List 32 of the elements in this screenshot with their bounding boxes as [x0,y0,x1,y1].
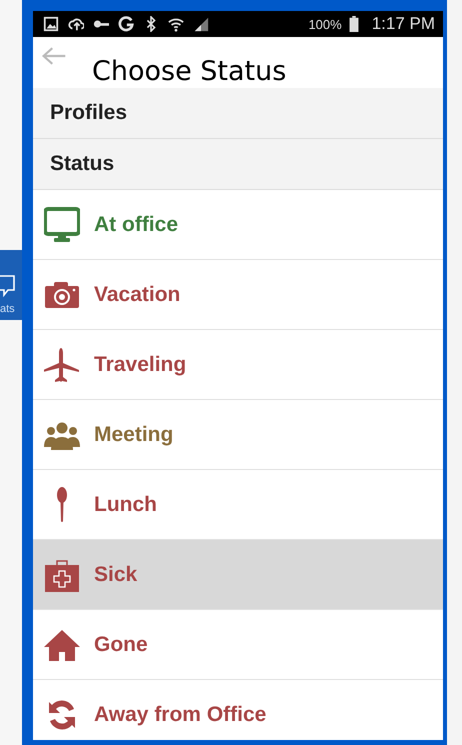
wifi-icon [168,16,184,32]
chat-label: ats [0,302,16,316]
clock: 1:17 PM [372,14,435,34]
spoon-icon [57,486,67,522]
chat-tab[interactable]: ats [0,250,22,320]
status-item[interactable]: At office [33,190,443,260]
section-header[interactable]: Profiles [33,88,443,139]
back-arrow-icon[interactable] [41,44,67,66]
battery-percent: 100% [308,16,342,32]
status-label: Meeting [94,422,174,446]
status-label: Sick [94,562,138,586]
monitor-icon [44,206,80,242]
screen-title: Choose Status [92,56,286,87]
signal-icon [193,16,209,32]
status-label: Vacation [94,282,180,306]
status-label: Away from Office [94,702,266,726]
status-item[interactable]: Vacation [33,260,443,330]
status-label: At office [94,212,178,236]
status-item[interactable]: Meeting [33,400,443,470]
section-header[interactable]: Status [33,139,443,190]
image-icon [43,16,59,32]
status-label: Lunch [94,492,157,516]
status-item[interactable]: Sick [33,540,443,610]
status-item[interactable]: Gone [33,610,443,680]
airplane-icon [44,346,80,382]
cloud-upload-icon [68,16,84,32]
chat-icon [0,274,16,298]
status-label: Traveling [94,352,186,376]
g-letter-icon [118,16,134,32]
status-item[interactable]: Away from Office [33,680,443,740]
status-label: Gone [94,632,148,656]
status-item[interactable]: Traveling [33,330,443,400]
